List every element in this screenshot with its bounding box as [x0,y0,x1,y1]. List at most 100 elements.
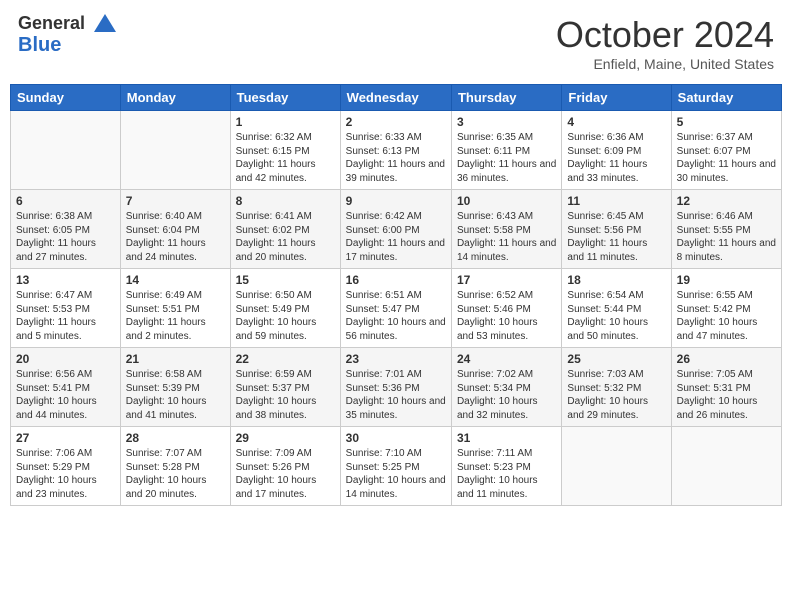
day-content: Sunrise: 7:09 AM Sunset: 5:26 PM Dayligh… [236,447,335,501]
day-number: 20 [16,352,115,366]
day-number: 8 [236,194,335,208]
calendar-cell: 24 Sunrise: 7:02 AM Sunset: 5:34 PM Dayli… [451,348,561,427]
calendar-week-row: 27Sunrise: 7:06 AM Sunset: 5:29 PM Dayli… [11,427,782,506]
day-number: 5 [677,115,776,129]
calendar-cell: 23Sunrise: 7:01 AM Sunset: 5:36 PM Dayli… [340,348,451,427]
day-number: 21 [126,352,225,366]
calendar-cell: 11 Sunrise: 6:45 AM Sunset: 5:56 PM Dayli… [562,190,671,269]
day-number: 17 [457,273,556,287]
day-number: 3 [457,115,556,129]
day-content: Sunrise: 6:32 AM Sunset: 6:15 PM Dayligh… [236,131,335,185]
calendar-cell: 17 Sunrise: 6:52 AM Sunset: 5:46 PM Dayli… [451,269,561,348]
calendar-cell: 1 Sunrise: 6:32 AM Sunset: 6:15 PM Daylig… [230,111,340,190]
calendar-cell: 2Sunrise: 6:33 AM Sunset: 6:13 PM Daylig… [340,111,451,190]
calendar-week-row: 6 Sunrise: 6:38 AM Sunset: 6:05 PM Daylig… [11,190,782,269]
day-number: 6 [16,194,115,208]
title-section: October 2024 Enfield, Maine, United Stat… [556,14,774,72]
calendar-cell: 12 Sunrise: 6:46 AM Sunset: 5:55 PM Dayli… [671,190,781,269]
calendar-week-row: 13Sunrise: 6:47 AM Sunset: 5:53 PM Dayli… [11,269,782,348]
day-number: 2 [346,115,446,129]
day-number: 7 [126,194,225,208]
calendar-cell: 20 Sunrise: 6:56 AM Sunset: 5:41 PM Dayli… [11,348,121,427]
day-content: Sunrise: 6:41 AM Sunset: 6:02 PM Dayligh… [236,210,335,264]
calendar-table: SundayMondayTuesdayWednesdayThursdayFrid… [10,84,782,506]
calendar-cell: 27Sunrise: 7:06 AM Sunset: 5:29 PM Dayli… [11,427,121,506]
calendar-cell: 29 Sunrise: 7:09 AM Sunset: 5:26 PM Dayli… [230,427,340,506]
location: Enfield, Maine, United States [556,56,774,72]
day-number: 26 [677,352,776,366]
day-content: Sunrise: 7:11 AM Sunset: 5:23 PM Dayligh… [457,447,556,501]
calendar-cell: 8 Sunrise: 6:41 AM Sunset: 6:02 PM Daylig… [230,190,340,269]
day-content: Sunrise: 6:55 AM Sunset: 5:42 PM Dayligh… [677,289,776,343]
day-number: 18 [567,273,665,287]
calendar-cell: 7 Sunrise: 6:40 AM Sunset: 6:04 PM Daylig… [120,190,230,269]
day-number: 24 [457,352,556,366]
calendar-cell: 18 Sunrise: 6:54 AM Sunset: 5:44 PM Dayli… [562,269,671,348]
calendar-week-row: 1 Sunrise: 6:32 AM Sunset: 6:15 PM Daylig… [11,111,782,190]
calendar-cell [11,111,121,190]
month-title: October 2024 [556,14,774,56]
day-content: Sunrise: 6:37 AM Sunset: 6:07 PM Dayligh… [677,131,776,185]
day-content: Sunrise: 6:52 AM Sunset: 5:46 PM Dayligh… [457,289,556,343]
calendar-cell: 30 Sunrise: 7:10 AM Sunset: 5:25 PM Dayli… [340,427,451,506]
logo: General Blue [18,14,116,56]
day-content: Sunrise: 6:43 AM Sunset: 5:58 PM Dayligh… [457,210,556,264]
calendar-cell: 25Sunrise: 7:03 AM Sunset: 5:32 PM Dayli… [562,348,671,427]
day-of-week-header: Thursday [451,85,561,111]
day-number: 13 [16,273,115,287]
day-number: 29 [236,431,335,445]
day-content: Sunrise: 7:05 AM Sunset: 5:31 PM Dayligh… [677,368,776,422]
day-content: Sunrise: 6:36 AM Sunset: 6:09 PM Dayligh… [567,131,665,185]
logo-triangle-icon [94,14,116,32]
calendar-header-row: SundayMondayTuesdayWednesdayThursdayFrid… [11,85,782,111]
day-number: 28 [126,431,225,445]
day-of-week-header: Tuesday [230,85,340,111]
day-content: Sunrise: 6:58 AM Sunset: 5:39 PM Dayligh… [126,368,225,422]
day-number: 27 [16,431,115,445]
day-of-week-header: Monday [120,85,230,111]
day-content: Sunrise: 6:59 AM Sunset: 5:37 PM Dayligh… [236,368,335,422]
day-content: Sunrise: 7:01 AM Sunset: 5:36 PM Dayligh… [346,368,446,422]
page-header: General Blue October 2024 Enfield, Maine… [10,10,782,76]
day-content: Sunrise: 6:35 AM Sunset: 6:11 PM Dayligh… [457,131,556,185]
day-content: Sunrise: 6:45 AM Sunset: 5:56 PM Dayligh… [567,210,665,264]
day-number: 4 [567,115,665,129]
day-content: Sunrise: 7:02 AM Sunset: 5:34 PM Dayligh… [457,368,556,422]
day-number: 10 [457,194,556,208]
calendar-cell: 21 Sunrise: 6:58 AM Sunset: 5:39 PM Dayli… [120,348,230,427]
calendar-cell: 16 Sunrise: 6:51 AM Sunset: 5:47 PM Dayli… [340,269,451,348]
day-content: Sunrise: 6:50 AM Sunset: 5:49 PM Dayligh… [236,289,335,343]
day-number: 11 [567,194,665,208]
day-number: 31 [457,431,556,445]
calendar-cell: 15Sunrise: 6:50 AM Sunset: 5:49 PM Dayli… [230,269,340,348]
day-number: 30 [346,431,446,445]
day-content: Sunrise: 6:54 AM Sunset: 5:44 PM Dayligh… [567,289,665,343]
day-content: Sunrise: 7:10 AM Sunset: 5:25 PM Dayligh… [346,447,446,501]
day-number: 22 [236,352,335,366]
calendar-cell: 14 Sunrise: 6:49 AM Sunset: 5:51 PM Dayli… [120,269,230,348]
day-number: 12 [677,194,776,208]
calendar-cell: 5 Sunrise: 6:37 AM Sunset: 6:07 PM Daylig… [671,111,781,190]
calendar-cell: 4 Sunrise: 6:36 AM Sunset: 6:09 PM Daylig… [562,111,671,190]
calendar-cell: 31 Sunrise: 7:11 AM Sunset: 5:23 PM Dayli… [451,427,561,506]
day-content: Sunrise: 6:49 AM Sunset: 5:51 PM Dayligh… [126,289,225,343]
day-number: 19 [677,273,776,287]
day-of-week-header: Wednesday [340,85,451,111]
day-content: Sunrise: 6:56 AM Sunset: 5:41 PM Dayligh… [16,368,115,422]
day-content: Sunrise: 6:40 AM Sunset: 6:04 PM Dayligh… [126,210,225,264]
calendar-cell [120,111,230,190]
calendar-cell [562,427,671,506]
day-number: 14 [126,273,225,287]
calendar-cell: 6 Sunrise: 6:38 AM Sunset: 6:05 PM Daylig… [11,190,121,269]
calendar-cell: 13Sunrise: 6:47 AM Sunset: 5:53 PM Dayli… [11,269,121,348]
calendar-cell [671,427,781,506]
day-content: Sunrise: 6:38 AM Sunset: 6:05 PM Dayligh… [16,210,115,264]
day-of-week-header: Sunday [11,85,121,111]
day-content: Sunrise: 6:42 AM Sunset: 6:00 PM Dayligh… [346,210,446,264]
day-number: 25 [567,352,665,366]
day-number: 1 [236,115,335,129]
calendar-cell: 19 Sunrise: 6:55 AM Sunset: 5:42 PM Dayli… [671,269,781,348]
day-content: Sunrise: 6:51 AM Sunset: 5:47 PM Dayligh… [346,289,446,343]
day-content: Sunrise: 6:46 AM Sunset: 5:55 PM Dayligh… [677,210,776,264]
day-number: 16 [346,273,446,287]
